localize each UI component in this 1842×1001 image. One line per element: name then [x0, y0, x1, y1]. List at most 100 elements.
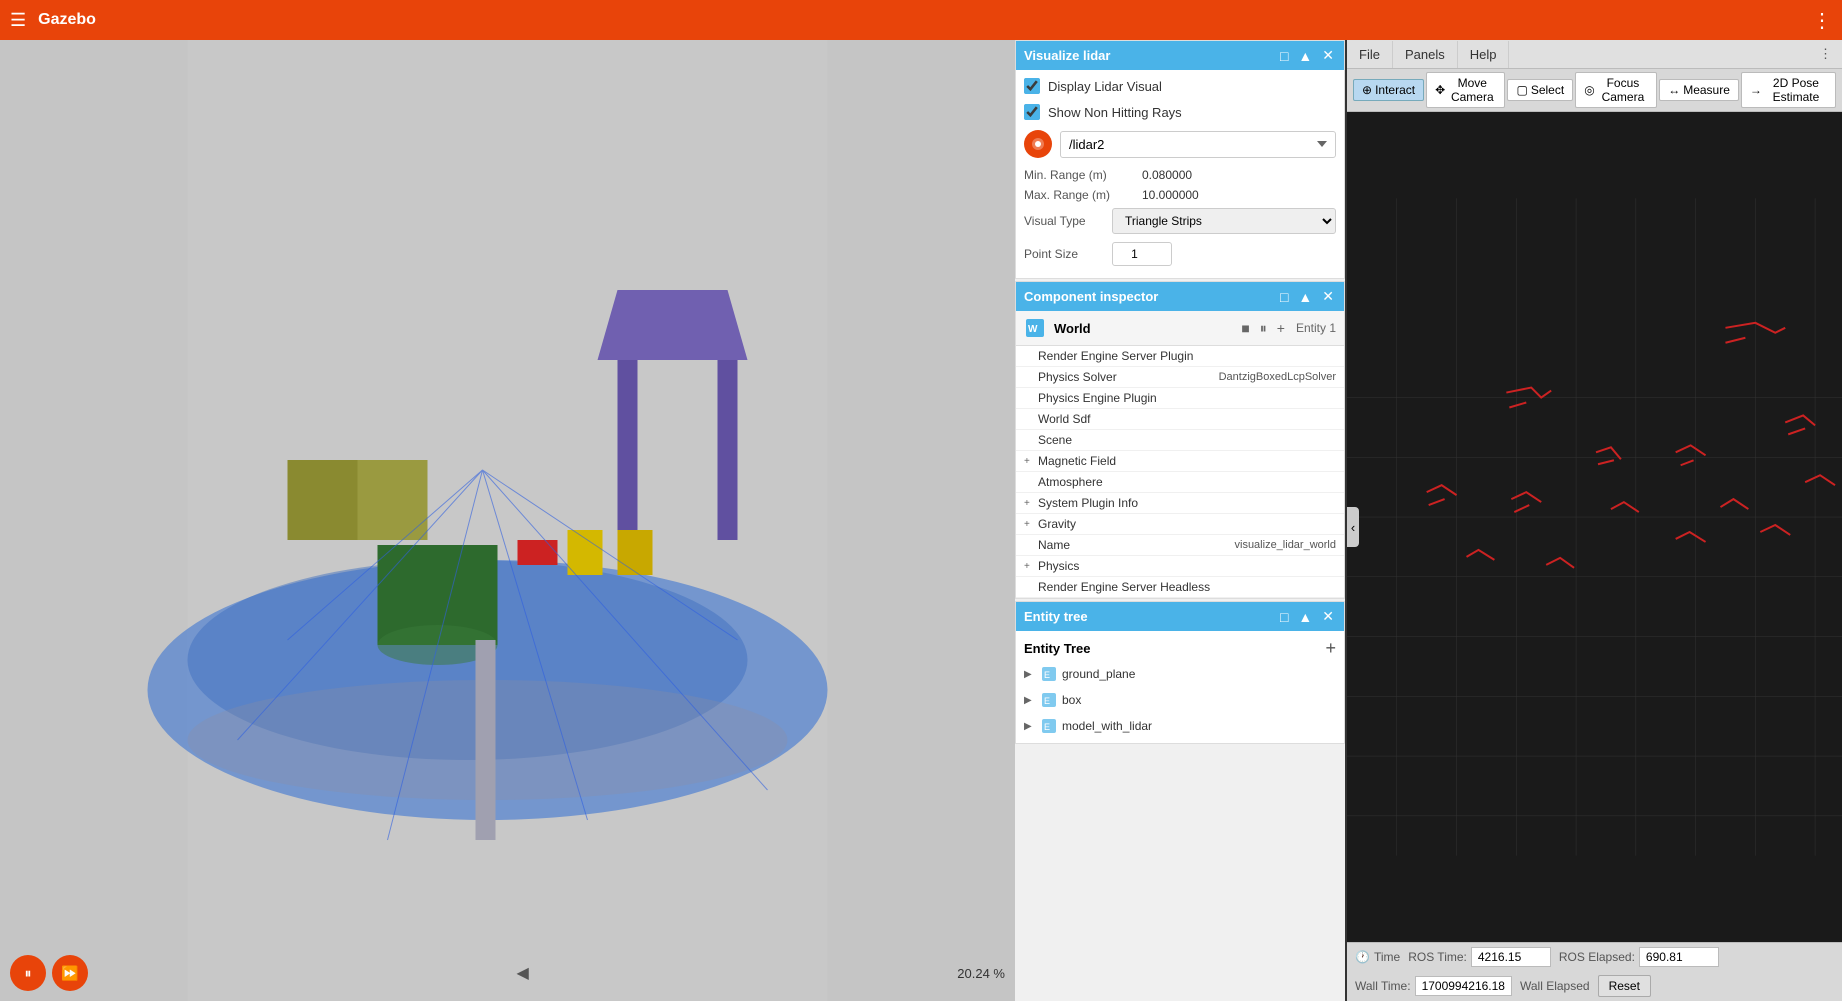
svg-text:W: W — [1028, 324, 1038, 335]
rviz-file-menu[interactable]: File — [1347, 41, 1393, 68]
comp-name: Gravity — [1038, 517, 1336, 531]
collapse-arrow-button[interactable]: ◀ — [516, 963, 528, 983]
entity-tree-minimize-button[interactable]: □ — [1278, 609, 1290, 625]
world-icon: W — [1024, 317, 1046, 339]
component-inspector-title: Component inspector — [1024, 289, 1272, 304]
min-range-row: Min. Range (m) 0.080000 — [1024, 168, 1336, 182]
tree-expand-icon: ▶ — [1024, 669, 1036, 680]
visual-type-select[interactable]: Triangle Strips Points Lines — [1112, 208, 1336, 234]
comp-name: World Sdf — [1038, 412, 1336, 426]
step-button[interactable]: ⏩ — [52, 955, 88, 991]
pause-button[interactable]: ⏸ — [10, 955, 46, 991]
comp-name: Name — [1038, 538, 1235, 552]
comp-scene[interactable]: Scene — [1016, 430, 1344, 451]
entity-tree-close-button[interactable]: ✕ — [1320, 608, 1336, 625]
rviz-viewport[interactable]: ‹ — [1347, 112, 1842, 942]
rviz-panels-menu[interactable]: Panels — [1393, 41, 1458, 68]
focus-camera-icon: ◎ — [1584, 83, 1594, 97]
comp-system-plugin[interactable]: + System Plugin Info — [1016, 493, 1344, 514]
comp-name: Physics Solver — [1038, 370, 1219, 384]
tree-item-label: model_with_lidar — [1062, 719, 1336, 733]
rviz-tools: ⊕ Interact ✥ Move Camera ▢ Select ◎ Focu… — [1347, 69, 1842, 112]
inspector-close-button[interactable]: ✕ — [1320, 288, 1336, 305]
point-size-input[interactable] — [1112, 242, 1172, 266]
min-range-value: 0.080000 — [1142, 168, 1192, 182]
collapse-handle[interactable]: ‹ — [1347, 507, 1359, 547]
move-camera-tool-button[interactable]: ✥ Move Camera — [1426, 72, 1505, 108]
expand-icon: + — [1024, 498, 1038, 509]
svg-text:E: E — [1044, 696, 1050, 706]
comp-value: visualize_lidar_world — [1235, 539, 1337, 551]
measure-tool-button[interactable]: ↔ Measure — [1659, 79, 1739, 101]
viewport[interactable]: ⏸ ⏩ ◀ 20.24 % — [0, 40, 1015, 1001]
entity-tree-expand-button[interactable]: ▲ — [1296, 609, 1314, 625]
select-tool-button[interactable]: ▢ Select — [1507, 79, 1573, 101]
inspector-minimize-button[interactable]: □ — [1278, 289, 1290, 305]
component-inspector-header: Component inspector □ ▲ ✕ — [1016, 282, 1344, 311]
comp-physics[interactable]: + Physics — [1016, 556, 1344, 577]
entity-tree-panel-title: Entity tree — [1024, 609, 1272, 624]
show-non-hitting-checkbox[interactable] — [1024, 104, 1040, 120]
more-icon[interactable]: ⋮ — [1812, 8, 1832, 33]
rviz-help-menu[interactable]: Help — [1458, 41, 1510, 68]
ros-elapsed-input[interactable] — [1639, 947, 1719, 967]
reset-button[interactable]: Reset — [1598, 975, 1651, 997]
tree-expand-icon: ▶ — [1024, 721, 1036, 732]
rviz-more-icon[interactable]: ⋮ — [1809, 40, 1842, 68]
tree-item-box[interactable]: ▶ E box — [1016, 687, 1344, 713]
comp-name: Render Engine Server Plugin — [1038, 349, 1336, 363]
lidar-close-button[interactable]: ✕ — [1320, 47, 1336, 64]
entity-tree-panel: Entity tree □ ▲ ✕ Entity Tree + ▶ E gro — [1015, 601, 1345, 744]
entity-tree-add-button[interactable]: + — [1325, 639, 1336, 657]
tree-item-model-lidar[interactable]: ▶ E model_with_lidar — [1016, 713, 1344, 739]
comp-atmosphere[interactable]: Atmosphere — [1016, 472, 1344, 493]
world-add-button[interactable]: + — [1274, 320, 1288, 337]
world-stop-button[interactable]: ■ — [1238, 320, 1252, 337]
comp-gravity[interactable]: + Gravity — [1016, 514, 1344, 535]
entity-tree-header: Entity tree □ ▲ ✕ — [1016, 602, 1344, 631]
world-pause-button[interactable]: ⏸ — [1257, 320, 1270, 337]
visualize-lidar-body: Display Lidar Visual Show Non Hitting Ra… — [1016, 70, 1344, 278]
pose-estimate-label: 2D Pose Estimate — [1765, 76, 1827, 104]
lidar-selector-row: /lidar2 — [1024, 130, 1336, 158]
rviz-canvas — [1347, 112, 1842, 942]
tree-item-ground-plane[interactable]: ▶ E ground_plane — [1016, 661, 1344, 687]
wall-elapsed-label: Wall Elapsed — [1520, 979, 1590, 993]
interact-tool-button[interactable]: ⊕ Interact — [1353, 79, 1424, 101]
max-range-value: 10.000000 — [1142, 188, 1199, 202]
min-range-label: Min. Range (m) — [1024, 168, 1134, 182]
comp-name: Render Engine Server Headless — [1038, 580, 1336, 594]
comp-render-engine[interactable]: Render Engine Server Plugin — [1016, 346, 1344, 367]
hamburger-icon[interactable]: ☰ — [10, 10, 26, 31]
show-non-hitting-label: Show Non Hitting Rays — [1048, 105, 1182, 120]
comp-magnetic-field[interactable]: + Magnetic Field — [1016, 451, 1344, 472]
comp-render-headless[interactable]: Render Engine Server Headless — [1016, 577, 1344, 598]
focus-camera-tool-button[interactable]: ◎ Focus Camera — [1575, 72, 1657, 108]
expand-icon: + — [1024, 561, 1038, 572]
display-lidar-checkbox[interactable] — [1024, 78, 1040, 94]
comp-name: Scene — [1038, 433, 1336, 447]
wall-time-item: Wall Time: 1700994216.18 — [1355, 976, 1512, 996]
inspector-expand-button[interactable]: ▲ — [1296, 289, 1314, 305]
comp-name: Atmosphere — [1038, 475, 1336, 489]
lidar-select[interactable]: /lidar2 — [1060, 131, 1336, 158]
comp-physics-solver[interactable]: Physics Solver DantzigBoxedLcpSolver — [1016, 367, 1344, 388]
visual-type-row: Visual Type Triangle Strips Points Lines — [1024, 208, 1336, 234]
max-range-label: Max. Range (m) — [1024, 188, 1134, 202]
comp-name-row[interactable]: Name visualize_lidar_world — [1016, 535, 1344, 556]
rviz-statusbar: 🕐 Time ROS Time: 4216.15 ROS Elapsed: Wa… — [1347, 942, 1842, 1001]
lidar-minimize-button[interactable]: □ — [1278, 48, 1290, 64]
pose-estimate-tool-button[interactable]: → 2D Pose Estimate — [1741, 72, 1836, 108]
menubar: ☰ Gazebo ⋮ — [0, 0, 1842, 40]
comp-name: Physics Engine Plugin — [1038, 391, 1336, 405]
expand-icon: + — [1024, 456, 1038, 467]
comp-physics-engine[interactable]: Physics Engine Plugin — [1016, 388, 1344, 409]
time-item: 🕐 Time — [1355, 950, 1400, 964]
comp-value: DantzigBoxedLcpSolver — [1219, 371, 1336, 383]
comp-world-sdf[interactable]: World Sdf — [1016, 409, 1344, 430]
show-non-hitting-row: Show Non Hitting Rays — [1024, 104, 1336, 120]
lidar-expand-button[interactable]: ▲ — [1296, 48, 1314, 64]
world-title: World — [1054, 321, 1230, 336]
display-lidar-label: Display Lidar Visual — [1048, 79, 1162, 94]
move-camera-icon: ✥ — [1435, 83, 1445, 97]
